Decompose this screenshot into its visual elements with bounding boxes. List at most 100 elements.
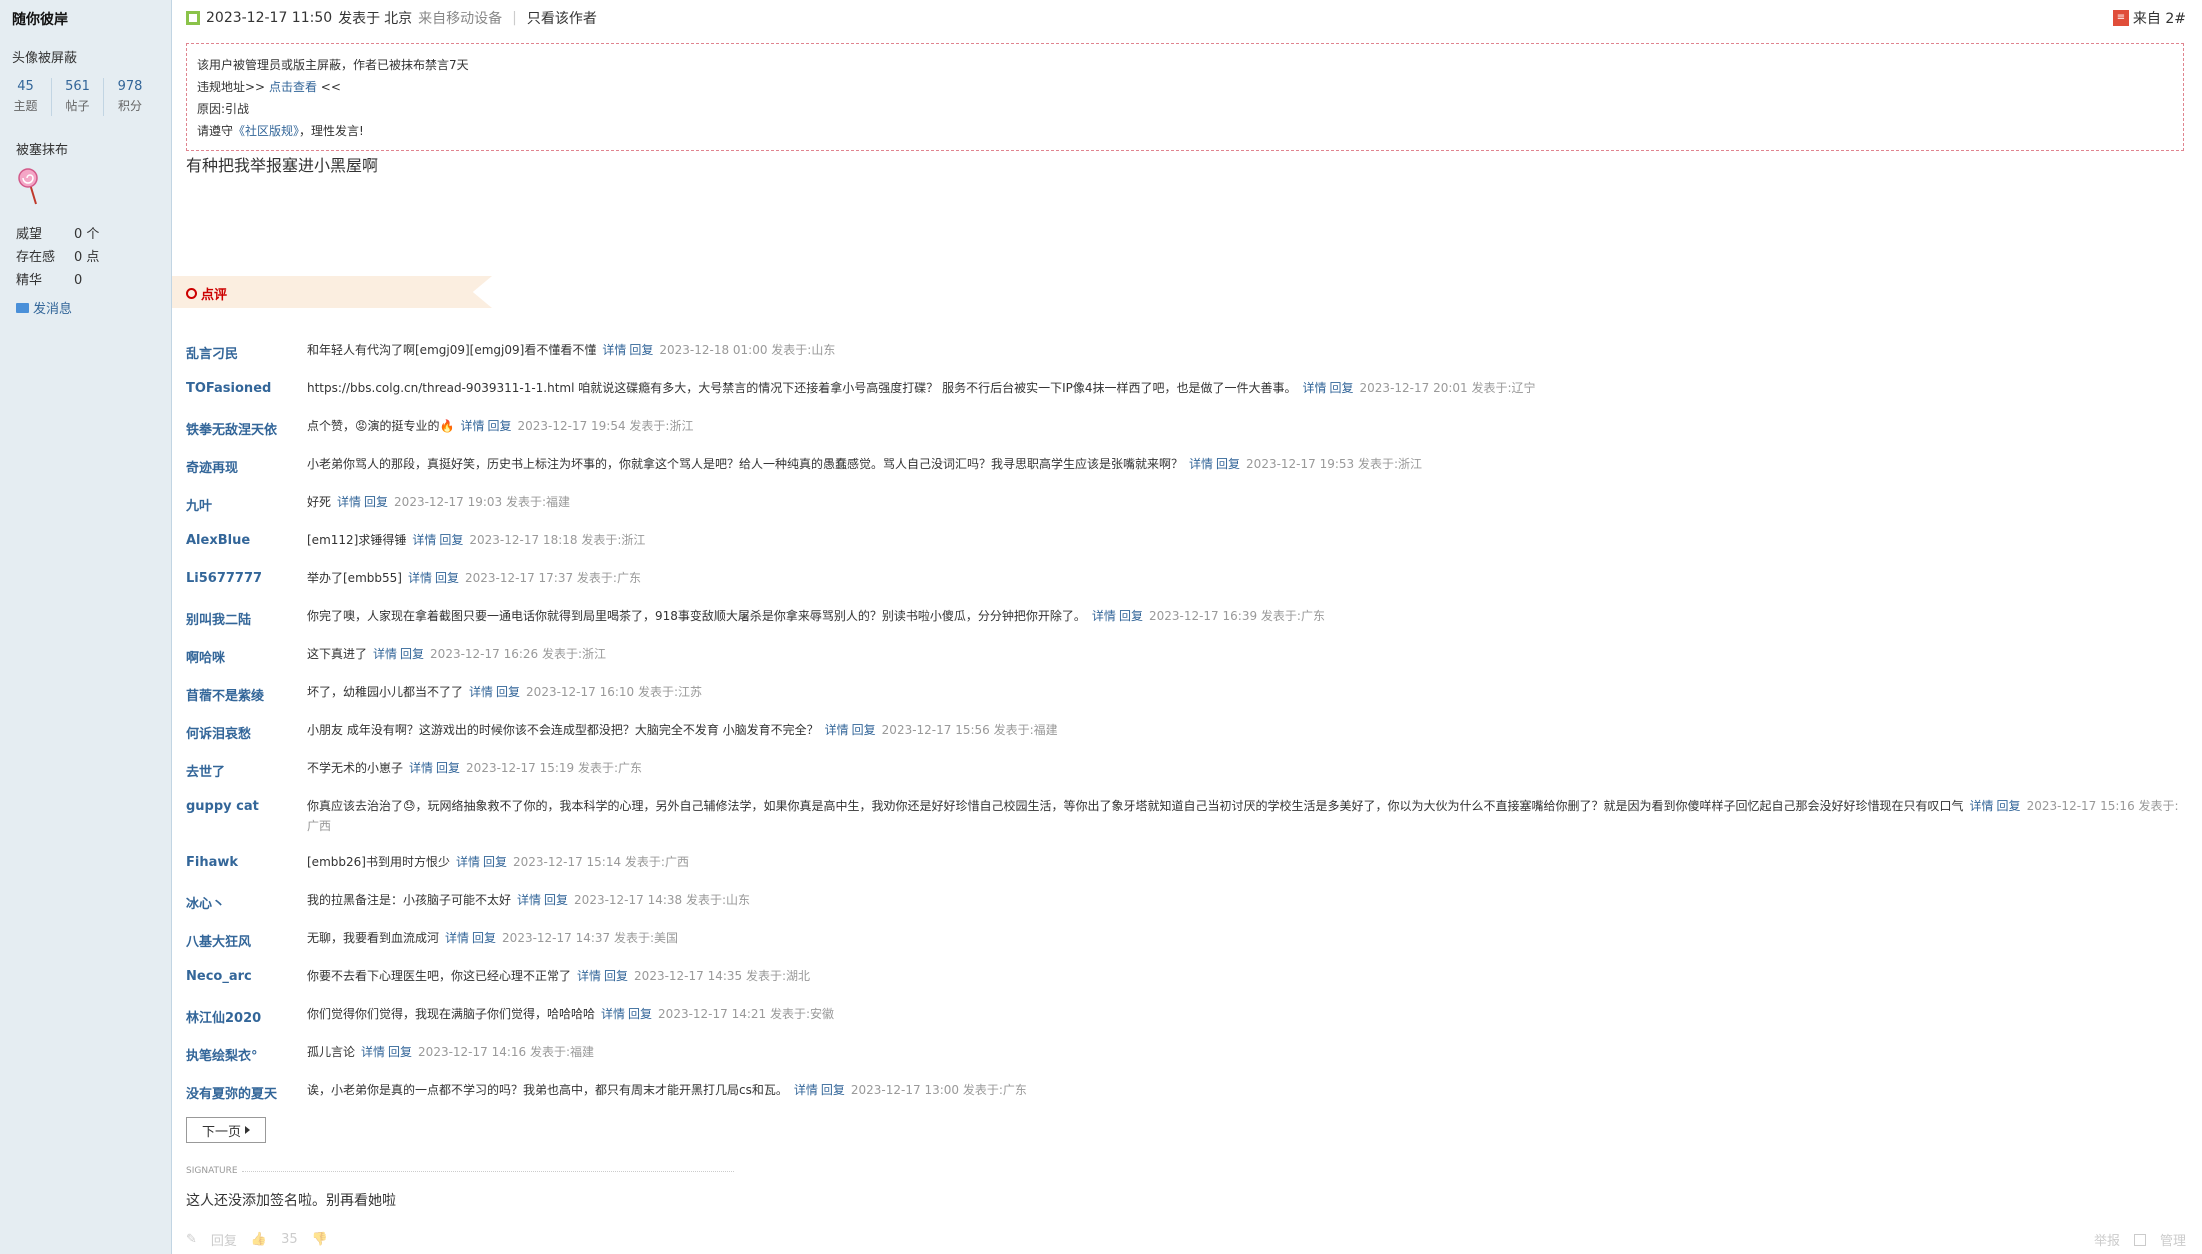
comment-author[interactable]: 乱言刁民 — [186, 338, 307, 376]
comment-reply-link[interactable]: 回复 — [1330, 381, 1354, 395]
comment-reply-link[interactable]: 回复 — [439, 533, 463, 547]
comment-meta: 2023-12-17 15:56 发表于:福建 — [881, 723, 1058, 737]
floor-icon: ≡ — [2112, 10, 2129, 26]
rules-link[interactable]: 《社区版规》 — [233, 124, 299, 138]
comment-row: Fihawk [embb26]书到用时方恨少 详情 回复 2023-12-17 15:1… — [186, 850, 2186, 888]
comment-detail-link[interactable]: 详情 — [469, 685, 493, 699]
comment-author[interactable]: 去世了 — [186, 756, 307, 794]
comment-author[interactable]: 别叫我二陆 — [186, 604, 307, 642]
comment-author[interactable]: 冰心丶 — [186, 888, 307, 926]
author-name[interactable]: 随你彼岸 — [12, 9, 68, 29]
comment-reply-link[interactable]: 回复 — [1216, 457, 1240, 471]
comment-detail-link[interactable]: 详情 — [1189, 457, 1213, 471]
comment-detail-link[interactable]: 详情 — [412, 533, 436, 547]
comment-reply-link[interactable]: 回复 — [604, 969, 628, 983]
comment-text: 诶，小老弟你是真的一点都不学习的吗？我弟也高中，都只有周末才能开黑打几局cs和瓦… — [307, 1083, 788, 1097]
comment-reply-link[interactable]: 回复 — [629, 343, 653, 357]
comment-reply-link[interactable]: 回复 — [628, 1007, 652, 1021]
comment-reply-link[interactable]: 回复 — [852, 723, 876, 737]
comment-author[interactable]: 执笔绘梨衣° — [186, 1040, 307, 1078]
comment-row: TOFasioned https://bbs.colg.cn/thread-903… — [186, 376, 2186, 414]
comment-text: 举办了[embb55] — [307, 571, 402, 585]
comment-detail-link[interactable]: 详情 — [361, 1045, 385, 1059]
comment-detail-link[interactable]: 详情 — [337, 495, 361, 509]
notice-line-4: 请遵守《社区版规》，理性发言! — [197, 124, 364, 138]
post-date: 2023-12-17 11:50 — [206, 10, 333, 26]
comment-detail-link[interactable]: 详情 — [602, 343, 626, 357]
comment-row: 苜蓿不是紫绫 坏了，幼稚园小儿都当不了了 详情 回复 2023-12-17 16:10 … — [186, 680, 2186, 718]
violation-link[interactable]: 点击查看 — [269, 80, 317, 94]
comment-reply-link[interactable]: 回复 — [483, 855, 507, 869]
reply-button[interactable]: 回复 — [211, 1230, 237, 1249]
comment-detail-link[interactable]: 详情 — [1303, 381, 1327, 395]
comment-author[interactable]: 苜蓿不是紫绫 — [186, 680, 307, 718]
comment-detail-link[interactable]: 详情 — [517, 893, 541, 907]
comment-meta: 2023-12-17 15:19 发表于:广东 — [466, 761, 643, 775]
comment-meta: 2023-12-17 18:18 发表于:浙江 — [469, 533, 646, 547]
comment-row: 九叶 好死 详情 回复 2023-12-17 19:03 发表于:福建 — [186, 490, 2186, 528]
comment-reply-link[interactable]: 回复 — [496, 685, 520, 699]
comment-body: 小老弟你骂人的那段，真挺好笑，历史书上标注为坏事的，你就拿这个骂人是吧？给人一种… — [307, 452, 2186, 490]
comment-author[interactable]: Fihawk — [186, 850, 307, 888]
comment-author[interactable]: 没有夏弥的夏天 — [186, 1078, 307, 1116]
comment-meta: 2023-12-17 15:14 发表于:广西 — [512, 855, 689, 869]
comment-detail-link[interactable]: 详情 — [409, 761, 433, 775]
comment-reply-link[interactable]: 回复 — [435, 571, 459, 585]
info-essence: 精华 0 — [16, 273, 83, 288]
stat-threads[interactable]: 45 主题 — [0, 78, 52, 116]
next-page-button[interactable]: 下一页 — [186, 1117, 266, 1143]
comment-reply-link[interactable]: 回复 — [364, 495, 388, 509]
comment-reply-link[interactable]: 回复 — [1997, 799, 2021, 813]
comment-reply-link[interactable]: 回复 — [821, 1083, 845, 1097]
comment-text: 我的拉黑备注是：小孩脑子可能不太好 — [307, 893, 512, 907]
comment-detail-link[interactable]: 详情 — [577, 969, 601, 983]
comment-meta: 2023-12-17 13:00 发表于:广东 — [850, 1083, 1027, 1097]
manage-checkbox[interactable] — [2133, 1233, 2146, 1246]
comment-reply-link[interactable]: 回复 — [388, 1045, 412, 1059]
comment-author[interactable]: 奇迹再现 — [186, 452, 307, 490]
comment-detail-link[interactable]: 详情 — [460, 419, 484, 433]
comment-author[interactable]: 何诉泪哀愁 — [186, 718, 307, 756]
reply-icon[interactable]: ✎ — [186, 1232, 197, 1247]
send-message-link[interactable]: 发消息 — [16, 298, 72, 317]
comment-reply-link[interactable]: 回复 — [1119, 609, 1143, 623]
comment-detail-link[interactable]: 详情 — [1970, 799, 1994, 813]
comment-meta: 2023-12-17 14:38 发表于:山东 — [574, 893, 751, 907]
comment-author[interactable]: AlexBlue — [186, 528, 307, 566]
thumbs-up-icon[interactable]: 👍 — [251, 1232, 267, 1247]
only-author-link[interactable]: 只看该作者 — [527, 8, 597, 28]
comment-author[interactable]: 林江仙2020 — [186, 1002, 307, 1040]
comment-author[interactable]: 啊哈咪 — [186, 642, 307, 680]
comment-body: [em112]求锤得锤 详情 回复 2023-12-17 18:18 发表于:浙江 — [307, 528, 2186, 566]
comment-detail-link[interactable]: 详情 — [794, 1083, 818, 1097]
stat-posts[interactable]: 561 帖子 — [52, 78, 104, 116]
thumbs-down-icon[interactable]: 👎 — [312, 1232, 328, 1247]
floor-indicator[interactable]: ≡ 来自 2# — [2112, 8, 2186, 28]
comment-detail-link[interactable]: 详情 — [408, 571, 432, 585]
comment-author[interactable]: 铁拳无敌涅天依 — [186, 414, 307, 452]
comment-author[interactable]: 九叶 — [186, 490, 307, 528]
comment-text: 小老弟你骂人的那段，真挺好笑，历史书上标注为坏事的，你就拿这个骂人是吧？给人一种… — [307, 457, 1184, 471]
comment-meta: 2023-12-17 16:26 发表于:浙江 — [430, 647, 607, 661]
comment-author[interactable]: TOFasioned — [186, 376, 307, 414]
comment-reply-link[interactable]: 回复 — [472, 931, 496, 945]
comment-author[interactable]: Li5677777 — [186, 566, 307, 604]
report-button[interactable]: 举报 — [2094, 1230, 2120, 1249]
comment-detail-link[interactable]: 详情 — [1092, 609, 1116, 623]
comment-author[interactable]: 八基大狂风 — [186, 926, 307, 964]
comment-text: 好死 — [307, 495, 332, 509]
comment-reply-link[interactable]: 回复 — [400, 647, 424, 661]
comment-author[interactable]: guppy cat — [186, 794, 307, 850]
comment-author[interactable]: Neco_arc — [186, 964, 307, 1002]
comment-detail-link[interactable]: 详情 — [601, 1007, 625, 1021]
comment-reply-link[interactable]: 回复 — [487, 419, 511, 433]
comment-detail-link[interactable]: 详情 — [373, 647, 397, 661]
comment-reply-link[interactable]: 回复 — [436, 761, 460, 775]
ban-notice: 该用户被管理员或版主屏蔽，作者已被抹布禁言7天 违规地址>> 点击查看 << 原… — [186, 43, 2184, 151]
comment-detail-link[interactable]: 详情 — [445, 931, 469, 945]
comment-detail-link[interactable]: 详情 — [456, 855, 480, 869]
comment-detail-link[interactable]: 详情 — [825, 723, 849, 737]
manage-button[interactable]: 管理 — [2160, 1230, 2186, 1249]
comment-reply-link[interactable]: 回复 — [544, 893, 568, 907]
stat-points[interactable]: 978 积分 — [104, 78, 156, 116]
